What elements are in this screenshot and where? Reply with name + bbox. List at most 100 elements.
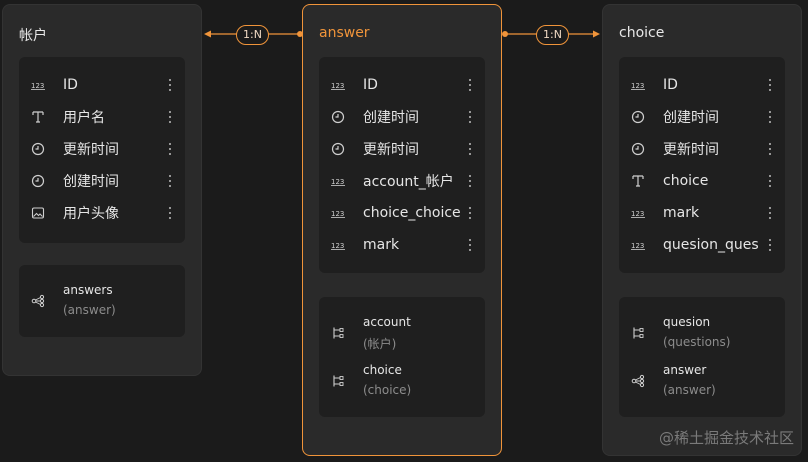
field-label: 创建时间 bbox=[363, 110, 419, 126]
field-list: 123 ID 用户名 更新时间 创建时间 用户头像 bbox=[19, 57, 185, 243]
entity-card-account[interactable]: 帐户 123 ID 用户名 更新时间 创建时间 用户头像 answers (an… bbox=[2, 4, 202, 376]
image-icon bbox=[31, 206, 45, 220]
svg-text:123: 123 bbox=[631, 210, 644, 218]
field-row[interactable]: 更新时间 bbox=[19, 133, 185, 165]
svg-text:123: 123 bbox=[631, 242, 644, 250]
number-icon: 123 bbox=[631, 206, 645, 220]
relation-item[interactable]: answer (answer) bbox=[619, 359, 785, 403]
svg-text:123: 123 bbox=[331, 82, 344, 90]
field-row[interactable]: 123 ID bbox=[619, 69, 785, 101]
more-vertical-icon[interactable] bbox=[765, 140, 775, 158]
entity-card-choice[interactable]: choice 123 ID 创建时间 更新时间 choice 123 mark bbox=[602, 4, 802, 456]
more-vertical-icon[interactable] bbox=[165, 76, 175, 94]
more-vertical-icon[interactable] bbox=[465, 76, 475, 94]
relation-list: answers (answer) bbox=[19, 265, 185, 337]
relation-one-icon bbox=[631, 325, 645, 339]
field-row[interactable]: 123 quesion_ques… bbox=[619, 229, 785, 261]
svg-text:123: 123 bbox=[631, 82, 644, 90]
clock-icon bbox=[331, 110, 345, 124]
more-vertical-icon[interactable] bbox=[465, 172, 475, 190]
entity-title: choice bbox=[619, 25, 665, 41]
relation-item[interactable]: account (帐户) bbox=[319, 311, 485, 355]
field-row[interactable]: 123 ID bbox=[19, 69, 185, 101]
field-label: ID bbox=[363, 77, 378, 93]
relation-name: quesion bbox=[663, 315, 711, 329]
more-vertical-icon[interactable] bbox=[165, 140, 175, 158]
field-row[interactable]: 更新时间 bbox=[619, 133, 785, 165]
field-row[interactable]: 创建时间 bbox=[19, 165, 185, 197]
field-label: choice bbox=[663, 173, 709, 189]
field-row[interactable]: 创建时间 bbox=[319, 101, 485, 133]
more-vertical-icon[interactable] bbox=[165, 204, 175, 222]
entity-card-answer[interactable]: answer 123 ID 创建时间 更新时间 123 account_帐户 1… bbox=[302, 4, 502, 456]
more-vertical-icon[interactable] bbox=[465, 204, 475, 222]
field-row[interactable]: 创建时间 bbox=[619, 101, 785, 133]
field-label: 创建时间 bbox=[663, 110, 719, 126]
more-vertical-icon[interactable] bbox=[765, 172, 775, 190]
field-row[interactable]: 更新时间 bbox=[319, 133, 485, 165]
relation-target: (answer) bbox=[63, 303, 116, 317]
clock-icon bbox=[331, 142, 345, 156]
field-row[interactable]: 123 ID bbox=[319, 69, 485, 101]
cardinality-badge: 1:N bbox=[536, 25, 569, 45]
svg-text:123: 123 bbox=[31, 82, 44, 90]
relation-item[interactable]: choice (choice) bbox=[319, 359, 485, 403]
number-icon: 123 bbox=[331, 78, 345, 92]
field-row[interactable]: 123 mark bbox=[619, 197, 785, 229]
more-vertical-icon[interactable] bbox=[165, 108, 175, 126]
more-vertical-icon[interactable] bbox=[765, 76, 775, 94]
relation-name: account bbox=[363, 315, 411, 329]
more-vertical-icon[interactable] bbox=[765, 108, 775, 126]
number-icon: 123 bbox=[31, 78, 45, 92]
field-label: 用户头像 bbox=[63, 206, 119, 222]
clock-icon bbox=[31, 142, 45, 156]
relation-target: (choice) bbox=[363, 383, 412, 397]
field-label: mark bbox=[663, 205, 700, 221]
number-icon: 123 bbox=[331, 206, 345, 220]
relation-target: (帐户) bbox=[363, 337, 397, 351]
relation-item[interactable]: quesion (questions) bbox=[619, 311, 785, 355]
more-vertical-icon[interactable] bbox=[465, 236, 475, 254]
more-vertical-icon[interactable] bbox=[465, 108, 475, 126]
text-icon bbox=[31, 110, 45, 124]
relation-item[interactable]: answers (answer) bbox=[19, 279, 185, 323]
field-label: account_帐户 bbox=[363, 174, 454, 190]
entity-title: answer bbox=[319, 25, 370, 41]
field-row[interactable]: 123 mark bbox=[319, 229, 485, 261]
clock-icon bbox=[31, 174, 45, 188]
field-row[interactable]: choice bbox=[619, 165, 785, 197]
relation-list: account (帐户) choice (choice) bbox=[319, 297, 485, 417]
relation-one-icon bbox=[331, 373, 345, 387]
field-label: 更新时间 bbox=[663, 142, 719, 158]
field-list: 123 ID 创建时间 更新时间 choice 123 mark 123 que… bbox=[619, 57, 785, 273]
more-vertical-icon[interactable] bbox=[165, 172, 175, 190]
watermark: @稀土掘金技术社区 bbox=[658, 429, 794, 447]
number-icon: 123 bbox=[631, 78, 645, 92]
field-label: ID bbox=[663, 77, 678, 93]
relation-one-icon bbox=[331, 325, 345, 339]
field-row[interactable]: 用户头像 bbox=[19, 197, 185, 229]
svg-text:123: 123 bbox=[331, 210, 344, 218]
field-label: quesion_ques… bbox=[663, 237, 759, 253]
more-vertical-icon[interactable] bbox=[765, 236, 775, 254]
entity-title: 帐户 bbox=[19, 28, 47, 44]
field-label: 创建时间 bbox=[63, 174, 119, 190]
more-vertical-icon[interactable] bbox=[765, 204, 775, 222]
field-row[interactable]: 用户名 bbox=[19, 101, 185, 133]
relation-target: (answer) bbox=[663, 383, 716, 397]
clock-icon bbox=[631, 110, 645, 124]
relation-name: choice bbox=[363, 363, 402, 377]
field-label: mark bbox=[363, 237, 400, 253]
text-icon bbox=[631, 174, 645, 188]
field-row[interactable]: 123 choice_choice bbox=[319, 197, 485, 229]
clock-icon bbox=[631, 142, 645, 156]
field-label: 更新时间 bbox=[363, 142, 419, 158]
field-label: choice_choice bbox=[363, 205, 461, 221]
relation-many-icon bbox=[31, 293, 45, 308]
number-icon: 123 bbox=[331, 238, 345, 252]
field-list: 123 ID 创建时间 更新时间 123 account_帐户 123 choi… bbox=[319, 57, 485, 273]
field-row[interactable]: 123 account_帐户 bbox=[319, 165, 485, 197]
svg-text:123: 123 bbox=[331, 178, 344, 186]
more-vertical-icon[interactable] bbox=[465, 140, 475, 158]
relation-name: answers bbox=[63, 283, 113, 297]
